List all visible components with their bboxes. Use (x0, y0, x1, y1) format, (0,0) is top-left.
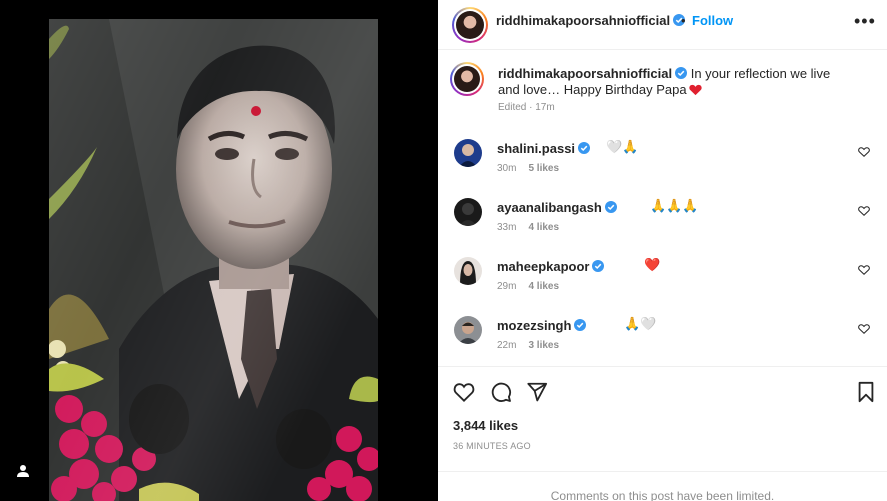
comment-bubble-icon[interactable] (490, 381, 512, 403)
comment-avatar[interactable] (454, 198, 482, 226)
glass-reflection (49, 19, 378, 501)
verified-badge-icon (604, 201, 617, 213)
comment-username[interactable]: shalini.passi (497, 141, 591, 156)
comment-likes[interactable]: 4 likes (528, 222, 559, 233)
comment-item: shalini.passi 🤍🙏 30m 5 likes (454, 137, 874, 185)
comment-time: 29m (497, 281, 517, 292)
caption-text: riddhimakapoorsahniofficial In your refl… (498, 66, 854, 98)
verified-badge-icon (574, 319, 587, 331)
comment-text: 🙏🙏🙏 (650, 198, 699, 213)
verified-badge-icon (675, 67, 688, 79)
comment-item: ayaanalibangash 🙏🙏🙏 33m 4 likes (454, 196, 874, 244)
bookmark-save-icon[interactable] (855, 381, 877, 403)
comment-text: 🙏🤍 (624, 316, 657, 331)
caption-edited-time: Edited · 17m (498, 102, 555, 113)
comment-item: mozezsingh 🙏🤍 22m 3 likes (454, 314, 874, 362)
comment-meta: 22m 3 likes (497, 340, 559, 351)
share-send-icon[interactable] (526, 381, 548, 403)
caption-avatar[interactable] (450, 62, 484, 96)
like-heart-icon[interactable] (453, 381, 475, 403)
comment-meta: 29m 4 likes (497, 281, 559, 292)
author-avatar[interactable] (452, 7, 488, 43)
red-heart-emoji-icon (688, 84, 702, 96)
post-timestamp: 36 MINUTES AGO (453, 441, 531, 451)
user-tag-icon[interactable] (14, 462, 32, 480)
likes-count[interactable]: 3,844 likes (453, 418, 518, 433)
comment-like-heart-icon[interactable] (858, 146, 870, 158)
comment-like-heart-icon[interactable] (858, 264, 870, 276)
comment-avatar[interactable] (454, 139, 482, 167)
comment-username[interactable]: ayaanalibangash (497, 200, 617, 215)
comment-username[interactable]: maheepkapoor (497, 259, 605, 274)
caption-username[interactable]: riddhimakapoorsahniofficial (498, 66, 672, 81)
comment-likes[interactable]: 3 likes (528, 340, 559, 351)
comment-like-heart-icon[interactable] (858, 323, 870, 335)
follow-button[interactable]: Follow (692, 13, 733, 28)
comment-likes[interactable]: 4 likes (528, 281, 559, 292)
comment-time: 33m (497, 222, 517, 233)
comment-item: maheepkapoor ❤️ 29m 4 likes (454, 255, 874, 303)
more-options-icon[interactable]: ••• (854, 11, 876, 32)
comment-time: 22m (497, 340, 517, 351)
comment-meta: 33m 4 likes (497, 222, 559, 233)
verified-badge-icon (592, 260, 605, 272)
author-username[interactable]: riddhimakapoorsahniofficial (496, 13, 686, 28)
verified-badge-icon (578, 142, 591, 154)
post-actions: 3,844 likes 36 MINUTES AGO (438, 366, 887, 471)
post-media[interactable] (0, 0, 438, 501)
comment-username[interactable]: mozezsingh (497, 318, 587, 333)
post-panel: riddhimakapoorsahniofficial • Follow •••… (438, 0, 887, 501)
comment-avatar[interactable] (454, 257, 482, 285)
post-header: riddhimakapoorsahniofficial • Follow ••• (438, 0, 887, 50)
comment-text: ❤️ (644, 257, 661, 272)
comment-avatar[interactable] (454, 316, 482, 344)
comment-likes[interactable]: 5 likes (528, 163, 559, 174)
comment-text: 🤍🙏 (606, 139, 639, 154)
header-separator: • (681, 13, 686, 28)
comment-time: 30m (497, 163, 517, 174)
comment-like-heart-icon[interactable] (858, 205, 870, 217)
comments-limited-notice: Comments on this post have been limited. (438, 471, 887, 501)
post-photo (49, 19, 378, 501)
comment-meta: 30m 5 likes (497, 163, 559, 174)
